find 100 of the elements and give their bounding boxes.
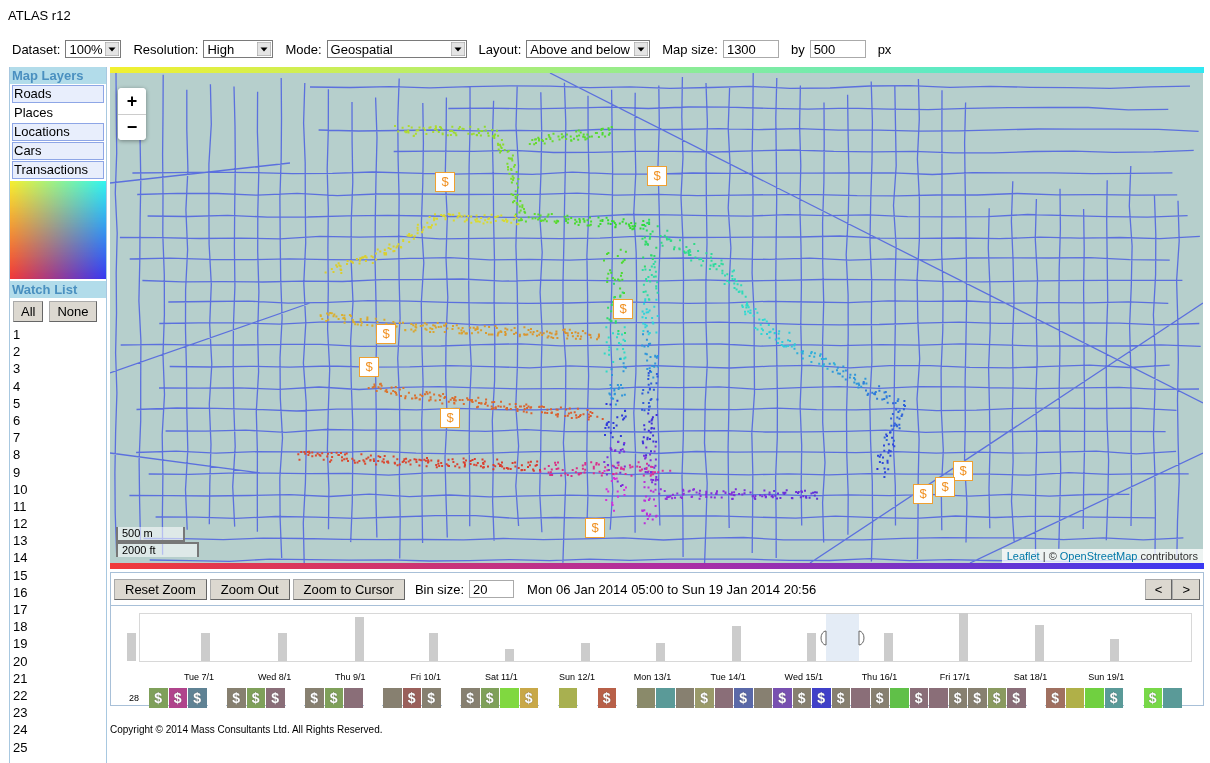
bin-size-input[interactable]: 20 (469, 580, 515, 598)
watch-list-item[interactable]: 7 (10, 429, 106, 447)
activity-tile[interactable] (851, 688, 870, 708)
openstreetmap-link[interactable]: OpenStreetMap (1059, 550, 1138, 562)
activity-tile[interactable] (714, 688, 733, 708)
watch-list-item[interactable]: 23 (10, 704, 106, 722)
watch-list-item[interactable]: 9 (10, 463, 106, 481)
map-height-input[interactable]: 500 (809, 40, 866, 58)
activity-tile[interactable] (753, 688, 772, 708)
day-label: Fri 10/1 (410, 672, 442, 682)
watch-list-item[interactable]: 24 (10, 721, 106, 739)
zoom-in-button[interactable]: + (118, 88, 146, 114)
watch-list-item[interactable]: 17 (10, 601, 106, 619)
activity-tile[interactable] (636, 688, 655, 708)
activity-tile[interactable] (675, 688, 694, 708)
field-label: Bin size: (414, 581, 465, 597)
watch-list-item[interactable]: 12 (10, 515, 106, 533)
dropdown-select[interactable]: 100% (65, 40, 122, 58)
activity-tile[interactable] (1065, 688, 1084, 708)
layer-toggle[interactable]: Transactions (12, 161, 104, 179)
watch-list-item[interactable]: 15 (10, 566, 106, 584)
copyright-text: Copyright © 2014 Mass Consultants Ltd. All Rights Reserved. (110, 724, 384, 735)
watch-list-item[interactable]: 18 (10, 618, 106, 636)
activity-tile[interactable] (656, 688, 675, 708)
activity-tile[interactable]: $ (597, 688, 616, 708)
day-label: Wed 15/1 (784, 672, 823, 682)
watch-list-item[interactable]: 4 (10, 377, 106, 395)
nav-button[interactable]: < (1144, 578, 1173, 600)
dropdown-select[interactable]: Above and below (526, 40, 651, 58)
app-title: ATLAS r12 (7, 7, 72, 25)
activity-tile[interactable]: $ (305, 688, 324, 708)
watch-list-item[interactable]: 19 (10, 635, 106, 653)
activity-tile[interactable]: $ (1007, 688, 1026, 708)
activity-tile[interactable]: $ (266, 688, 285, 708)
timeline-button[interactable]: Zoom to Cursor (292, 578, 405, 600)
activity-tile[interactable] (1085, 688, 1104, 708)
date-range: Mon 06 Jan 2014 05:00 to Sun 19 Jan 2014 20:56 (527, 581, 817, 597)
watch-list-item[interactable]: 11 (10, 497, 106, 516)
activity-tile[interactable] (890, 688, 909, 708)
activity-tile[interactable]: $ (168, 688, 187, 708)
histogram-bar (127, 633, 136, 661)
activity-tile[interactable] (1163, 688, 1182, 708)
watch-list-item[interactable]: 20 (10, 652, 106, 670)
activity-tile[interactable]: $ (188, 688, 207, 708)
watch-list-item[interactable]: 13 (10, 532, 106, 550)
activity-tile[interactable] (500, 688, 519, 708)
activity-tile[interactable]: $ (831, 688, 850, 708)
watch-list-item[interactable]: 25 (10, 738, 106, 756)
watch-list-item[interactable]: 6 (10, 411, 106, 430)
activity-tile[interactable]: $ (909, 688, 928, 708)
layer-toggle[interactable]: Places (12, 104, 104, 122)
activity-tile[interactable]: $ (773, 688, 792, 708)
watch-list-item[interactable]: 16 (10, 583, 106, 601)
map-width-input[interactable]: 1300 (722, 40, 779, 58)
watch-list-item[interactable]: 10 (10, 480, 106, 498)
activity-tile[interactable] (929, 688, 948, 708)
nav-button[interactable]: > (1172, 578, 1200, 600)
day-label: Sat 11/1 (484, 672, 518, 682)
dropdown-select[interactable]: High (203, 40, 274, 58)
activity-tile[interactable]: $ (948, 688, 967, 708)
watch-list-item[interactable]: 8 (10, 446, 106, 464)
activity-tile[interactable] (558, 688, 577, 708)
activity-tile[interactable]: $ (461, 688, 480, 708)
watch-list-item[interactable]: 1 (10, 326, 106, 344)
activity-tile[interactable]: $ (227, 688, 246, 708)
zoom-out-button[interactable]: − (118, 114, 146, 140)
day-label: Fri 17/1 (939, 672, 971, 682)
watch-list-item[interactable]: 2 (10, 343, 106, 361)
selection-brush[interactable] (820, 614, 865, 661)
watch-list-button[interactable]: None (49, 301, 97, 322)
timeline-button[interactable]: Reset Zoom (114, 578, 207, 600)
activity-tile[interactable]: $ (402, 688, 421, 708)
watch-list-item[interactable]: 14 (10, 549, 106, 567)
dropdown-arrow-icon (634, 42, 649, 56)
timeline-button[interactable]: Zoom Out (209, 578, 290, 600)
dropdown-select[interactable]: Geospatial (326, 40, 467, 58)
activity-tile[interactable]: $ (870, 688, 889, 708)
field-label: Dataset: (12, 41, 61, 57)
day-label: Tue 7/1 (183, 672, 215, 682)
watch-list-item[interactable]: 21 (10, 669, 106, 687)
activity-tile[interactable]: $ (968, 688, 987, 708)
watch-list-item[interactable]: 22 (10, 686, 106, 705)
activity-tile[interactable] (344, 688, 363, 708)
histogram-bar (884, 633, 893, 661)
layer-toggle[interactable]: Roads (12, 85, 104, 103)
day-label: Sat 18/1 (1013, 672, 1048, 682)
histogram-bar (505, 649, 514, 661)
watch-list-button[interactable]: All (13, 301, 44, 322)
activity-tile[interactable]: $ (792, 688, 811, 708)
leaflet-link[interactable]: Leaflet (1006, 550, 1040, 562)
field-label: Map size: (662, 41, 718, 57)
activity-tile[interactable]: $ (812, 688, 831, 708)
activity-tile[interactable]: $ (422, 688, 441, 708)
activity-tile[interactable] (383, 688, 402, 708)
watch-list-item[interactable]: 3 (10, 360, 106, 378)
activity-tile[interactable]: $ (734, 688, 753, 708)
watch-list-item[interactable]: 5 (10, 394, 106, 412)
activity-tile[interactable]: $ (1046, 688, 1065, 708)
layer-toggle[interactable]: Locations (12, 123, 104, 141)
layer-toggle[interactable]: Cars (12, 142, 104, 160)
